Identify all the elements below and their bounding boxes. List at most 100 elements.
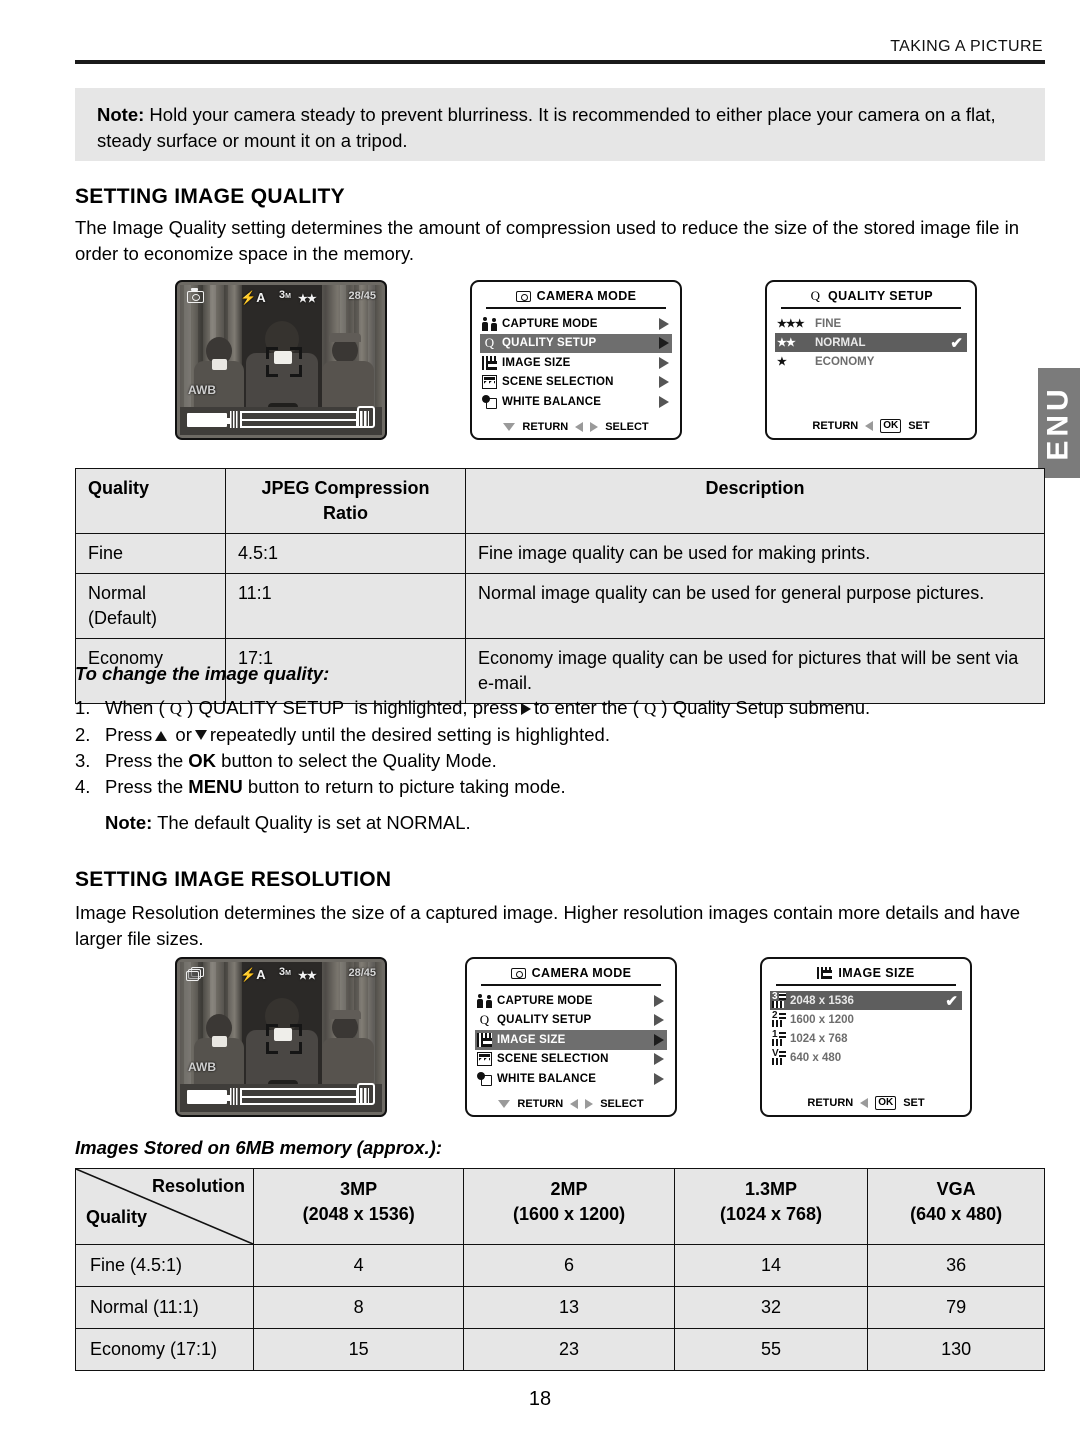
menu-item-image-size[interactable]: IMAGE SIZE [475, 1030, 667, 1050]
cell-1.3mp: 14 [673, 1244, 869, 1287]
step-text: Press or repeatedly until the desired set… [105, 724, 610, 745]
step-2: 2. Press or repeatedly until the desired … [75, 722, 1045, 748]
lcd-preview-quality: ⚡A 3M ★★ 28/45 AWB [175, 280, 387, 440]
osd-awb-indicator: AWB [188, 1060, 216, 1074]
cell-description: Fine image quality can be used for makin… [465, 533, 1045, 574]
menu-item-scene-selection[interactable]: SCENE SELECTION [475, 1050, 667, 1070]
quality-option-label: FINE [815, 317, 842, 330]
cell-description: Economy image quality can be used for pi… [465, 638, 1045, 704]
triangle-left-icon [865, 421, 874, 431]
ok-key-icon: OK [875, 1096, 897, 1110]
cell-3mp: 8 [252, 1286, 465, 1329]
step-text: Press the MENU button to return to pictu… [105, 776, 566, 797]
camera-mode-menu-quality[interactable]: CAMERA MODE CAPTURE MODE Q QUALITY SETUP… [470, 280, 682, 440]
note-callout-top: Note: Hold your camera steady to prevent… [75, 88, 1045, 161]
triangle-right-icon [590, 422, 599, 432]
menu-footer-return: RETURN [812, 420, 859, 432]
cell-description: Normal image quality can be used for gen… [465, 573, 1045, 639]
menu-footer: RETURN OK SET [762, 1096, 970, 1110]
menu-item-quality-setup[interactable]: Q QUALITY SETUP [475, 1011, 667, 1031]
quality-option-label: ECONOMY [815, 355, 875, 368]
chevron-right-icon [659, 317, 669, 330]
menu-item-scene-selection[interactable]: SCENE SELECTION [480, 373, 672, 393]
resolution-table-caption: Images Stored on 6MB memory (approx.): [75, 1137, 442, 1158]
image-size-option-2mp[interactable]: 2 1600 x 1200 [770, 1010, 962, 1029]
note-body: Hold your camera steady to prevent blurr… [97, 104, 996, 151]
step-4: 4. Press the MENU button to return to pi… [75, 774, 1045, 800]
osd-image-size-indicator: 3M [279, 966, 291, 978]
image-size-option-1mp[interactable]: 1 1024 x 768 [770, 1029, 962, 1048]
language-tab-label: ENU [1042, 385, 1075, 461]
camera-mode-menu-resolution[interactable]: CAMERA MODE CAPTURE MODE Q QUALITY SETUP… [465, 957, 677, 1117]
osd-flash-auto-icon: ⚡A [240, 967, 266, 982]
checkmark-icon: ✔ [950, 334, 963, 352]
table-row: Normal (Default) 11:1 Normal image quali… [75, 573, 1045, 639]
row-header-economy: Economy (17:1) [75, 1328, 254, 1371]
triangle-left-icon [570, 1099, 579, 1109]
cell-1.3mp: 55 [673, 1328, 869, 1371]
header-title: TAKING A PICTURE [890, 38, 1043, 55]
table-row: Fine 4.5:1 Fine image quality can be use… [75, 533, 1045, 574]
osd-zoom-wide-icon [230, 1088, 239, 1105]
osd-burst-mode-icon [186, 967, 204, 981]
triangle-down-icon [194, 730, 207, 740]
step-1: 1. When ( Q ) QUALITY SETUP is highlight… [75, 695, 1045, 722]
row-header-normal: Normal (11:1) [75, 1286, 254, 1329]
white-balance-icon [477, 1071, 492, 1086]
note-label: Note: [97, 104, 145, 125]
chevron-right-icon [654, 1014, 664, 1027]
menu-item-capture-mode[interactable]: CAPTURE MODE [475, 991, 667, 1011]
menu-footer: RETURN SELECT [467, 1098, 675, 1110]
q-icon: Q [484, 335, 495, 351]
lcd-photo: ⚡A 3M ★★ 28/45 AWB [180, 285, 382, 435]
menu-item-white-balance[interactable]: WHITE BALANCE [475, 1069, 667, 1089]
menu-item-quality-setup[interactable]: Q QUALITY SETUP [480, 333, 672, 353]
ok-button-label: OK [188, 750, 217, 771]
image-size-option-3mp[interactable]: 3 2048 x 1536 ✔ [770, 991, 962, 1010]
menu-item-label: SCENE SELECTION [502, 376, 614, 389]
osd-memory-card-icon [357, 1083, 375, 1105]
white-balance-icon [482, 394, 497, 409]
note-bottom: Note: The default Quality is set at NORM… [75, 810, 1045, 836]
osd-memory-card-icon [357, 406, 375, 428]
cell-2mp: 6 [463, 1244, 675, 1287]
cell-quality: Fine [75, 533, 226, 574]
menu-item-label: SCENE SELECTION [497, 1053, 609, 1066]
grid-icon [482, 355, 497, 370]
step-3: 3. Press the OK button to select the Qua… [75, 748, 1045, 774]
image-size-option-vga[interactable]: V 640 x 480 [770, 1048, 962, 1067]
col-header-vga: VGA (640 x 480) [867, 1168, 1045, 1245]
grid-icon [477, 1032, 492, 1047]
osd-shot-counter: 28/45 [348, 290, 376, 302]
menu-item-label: WHITE BALANCE [502, 395, 602, 408]
lcd-photo: ⚡A 3M ★★ 28/45 AWB [180, 962, 382, 1112]
osd-battery-icon [187, 1090, 230, 1104]
menu-item-capture-mode[interactable]: CAPTURE MODE [480, 314, 672, 334]
stars-icon: ★★ [777, 337, 796, 349]
menu-item-image-size[interactable]: IMAGE SIZE [480, 353, 672, 373]
quality-option-normal[interactable]: ★★ NORMAL ✔ [775, 333, 967, 352]
image-size-menu[interactable]: IMAGE SIZE 3 2048 x 1536 ✔ 2 1600 x 1200 [760, 957, 972, 1117]
quality-option-fine[interactable]: ★★★ FINE [775, 314, 967, 333]
cell-1.3mp: 32 [673, 1286, 869, 1329]
quality-option-label: NORMAL [815, 336, 866, 349]
menu-divider [781, 307, 961, 309]
manual-page: TAKING A PICTURE ENU Note: Hold your cam… [0, 0, 1080, 1454]
menu-item-white-balance[interactable]: WHITE BALANCE [480, 392, 672, 412]
checkmark-icon: ✔ [945, 992, 958, 1010]
menu-item-label: IMAGE SIZE [497, 1033, 566, 1046]
menu-title: CAMERA MODE [475, 966, 667, 984]
menu-item-label: CAPTURE MODE [502, 317, 598, 330]
menu-footer-return: RETURN [807, 1097, 854, 1109]
ok-key-icon: OK [880, 419, 902, 433]
howto-title: To change the image quality: [75, 663, 330, 684]
triangle-right-icon [520, 703, 531, 715]
camera-icon [515, 290, 531, 302]
step-number: 2. [75, 724, 91, 745]
cell-ratio: 11:1 [225, 573, 466, 639]
quality-setup-menu[interactable]: Q QUALITY SETUP ★★★ FINE ★★ NORMAL ✔ ★ E… [765, 280, 977, 440]
quality-option-economy[interactable]: ★ ECONOMY [775, 352, 967, 371]
menu-footer-select: SELECT [600, 1098, 644, 1110]
cell-2mp: 23 [463, 1328, 675, 1371]
col-header-1.3mp: 1.3MP (1024 x 768) [673, 1168, 869, 1245]
